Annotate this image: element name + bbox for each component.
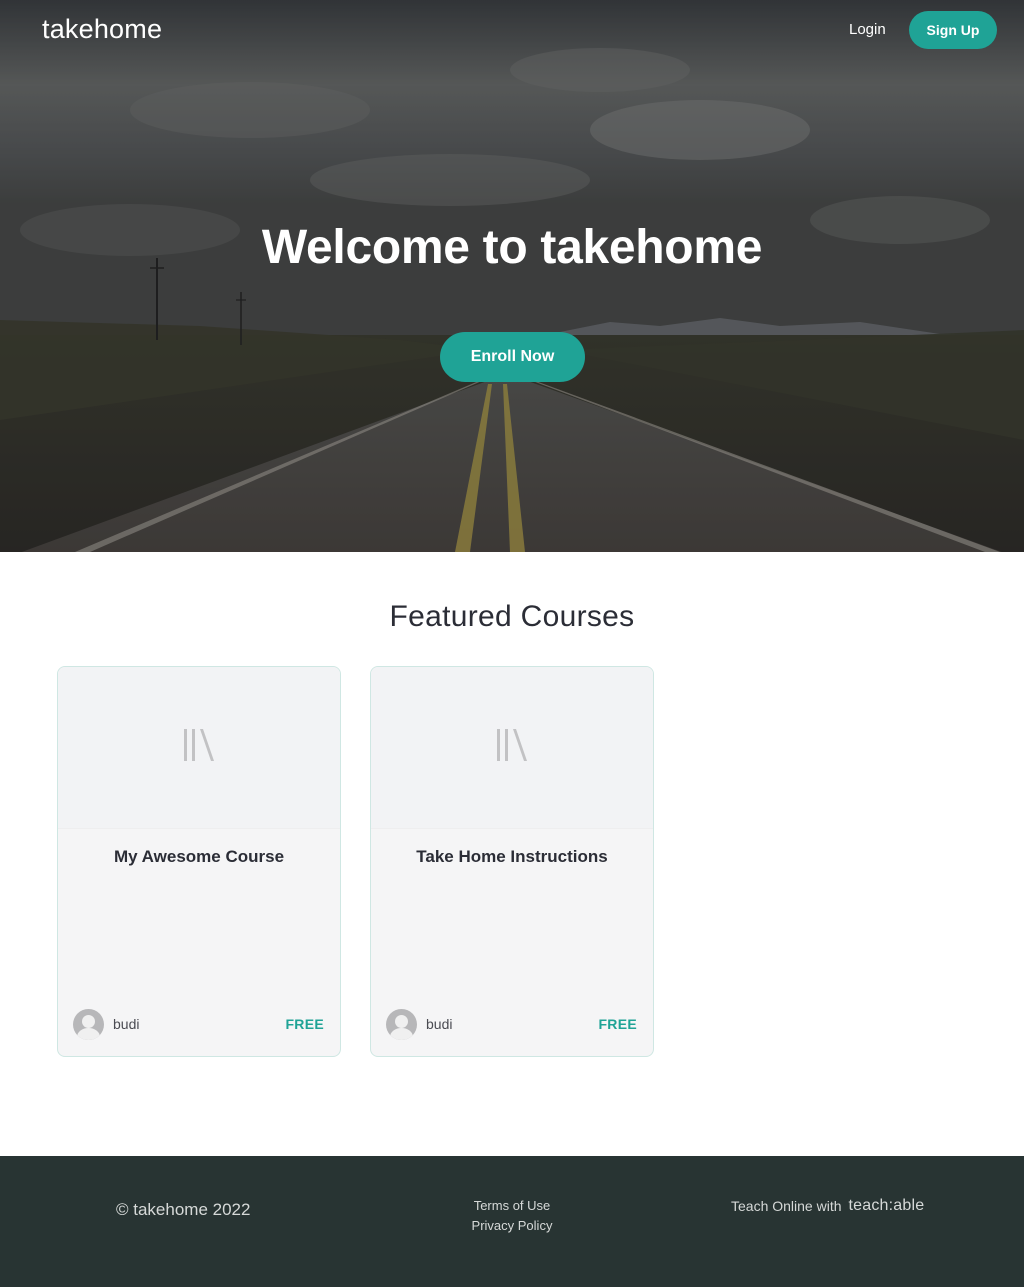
terms-of-use-link[interactable]: Terms of Use bbox=[412, 1196, 612, 1216]
teach-online-text: Teach Online with bbox=[731, 1198, 842, 1214]
hero-banner: takehome Login Sign Up Welcome to takeho… bbox=[0, 0, 1024, 552]
site-logo[interactable]: takehome bbox=[42, 14, 162, 45]
author-name: budi bbox=[426, 1016, 453, 1032]
library-icon bbox=[497, 729, 527, 761]
course-price: FREE bbox=[598, 1016, 637, 1032]
course-thumbnail bbox=[371, 667, 653, 829]
author-avatar bbox=[73, 1008, 104, 1040]
library-icon bbox=[184, 729, 214, 761]
course-card[interactable]: My Awesome Course budi FREE bbox=[57, 666, 341, 1057]
site-footer: © takehome 2022 Terms of Use Privacy Pol… bbox=[0, 1156, 1024, 1287]
hero-overlay bbox=[0, 0, 1024, 552]
top-navigation: takehome Login Sign Up bbox=[0, 0, 1024, 60]
course-meta: budi FREE bbox=[386, 1008, 637, 1040]
course-title: My Awesome Course bbox=[113, 847, 285, 866]
teachable-logo: teach:able bbox=[848, 1197, 925, 1214]
author-name: budi bbox=[113, 1016, 140, 1032]
login-link[interactable]: Login bbox=[849, 21, 886, 38]
course-card[interactable]: Take Home Instructions budi FREE bbox=[370, 666, 654, 1057]
featured-courses-heading: Featured Courses bbox=[389, 600, 635, 633]
footer-links: Terms of Use Privacy Policy bbox=[412, 1196, 612, 1236]
teachable-promo-link[interactable]: Teach Online with teach:able bbox=[731, 1197, 924, 1215]
course-price: FREE bbox=[285, 1016, 324, 1032]
course-meta: budi FREE bbox=[73, 1008, 324, 1040]
privacy-policy-link[interactable]: Privacy Policy bbox=[412, 1216, 612, 1236]
hero-title: Welcome to takehome bbox=[261, 221, 763, 274]
author-avatar bbox=[386, 1008, 417, 1040]
enroll-now-button[interactable]: Enroll Now bbox=[440, 332, 585, 382]
course-thumbnail bbox=[58, 667, 340, 829]
course-title: Take Home Instructions bbox=[416, 847, 608, 866]
signup-button[interactable]: Sign Up bbox=[909, 11, 997, 49]
copyright-text: © takehome 2022 bbox=[116, 1200, 251, 1219]
